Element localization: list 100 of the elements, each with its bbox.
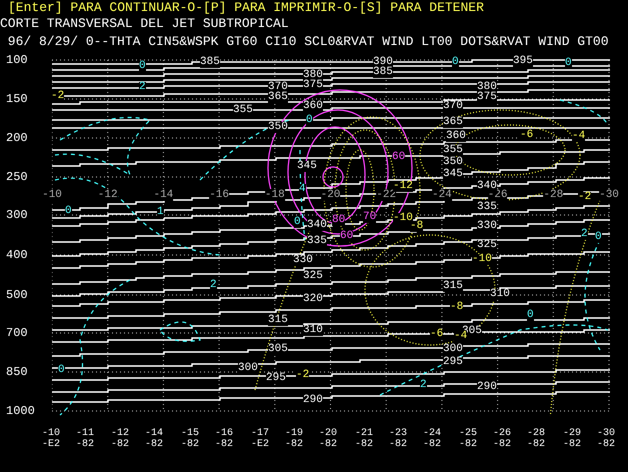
contour-label: 0 [527,310,534,321]
contour-label: 310 [303,325,323,336]
contour-label: 365 [268,92,288,103]
contour-label: 385 [200,57,220,68]
contour-label: -2 [51,91,64,102]
latitude-label: -14 [153,189,174,201]
contour-label: 350 [268,122,288,133]
tick-label: -15 [181,428,199,439]
contour-label: 310 [490,289,510,300]
pressure-label: 700 [6,327,28,339]
tick-label: -29 [563,428,581,439]
contour-label: -10 [472,254,492,265]
tick-label: -82 [355,439,373,450]
tick-label: -82 [319,439,337,450]
latitude-label: -18 [264,189,285,201]
contour-label: 0 [452,57,459,68]
contour-label: 0 [595,232,602,243]
latitude-label: -24 [432,189,452,201]
pressure-label: 100 [6,54,28,66]
contour-label: -4 [572,131,586,142]
contour-label: -8 [410,221,424,232]
contour-label: 365 [443,117,463,128]
tick-label: -82 [597,439,615,450]
contour-label: 360 [303,101,323,112]
pressure-label: 1000 [6,405,35,417]
latitude-label: -28 [543,189,564,201]
chart-subtitle: 96/ 8/29/ 0--THTA CIN5&WSPK GT60 CI10 SCL0&RVAT WIND LT00 DOTS&RVAT WIND GT00 [6,34,610,50]
contour-label: 330 [477,221,497,232]
tick-label: -14 [145,428,163,439]
tick-label: -16 [215,428,233,439]
contour-label: 315 [443,281,463,292]
tick-label: -11 [76,428,94,439]
tick-label: -82 [215,439,233,450]
tick-label: -82 [285,439,303,450]
prompt-text: [Enter] PARA CONTINUAR-O-[P] PARA IMPRIMIR-O-[S] PARA DETENER [7,0,485,16]
contour-label: 340 [477,181,497,192]
contour-label: 330 [293,255,313,266]
tick-label: -21 [355,428,373,439]
tick-label: -82 [145,439,163,450]
contour-label: 345 [443,169,463,180]
tick-label: -82 [563,439,581,450]
contour-label: -4 [454,331,468,342]
tick-label: -E2 [42,439,60,450]
pressure-label: 500 [6,289,28,301]
tick-label: -28 [527,428,545,439]
contour-label: -6 [520,130,534,141]
contour-label: 305 [268,344,288,355]
pressure-label: 150 [6,93,28,105]
tick-label: -E2 [251,439,269,450]
pressure-label: 300 [6,209,28,221]
tick-label: -26 [493,428,511,439]
contour-label: 385 [373,67,393,78]
tick-label: -82 [423,439,441,450]
contour-label: 80 [332,215,346,226]
contour-label: 335 [307,236,327,247]
contour-label: 360 [446,131,466,142]
latitude-label: -12 [98,189,118,201]
contour-label: 60 [340,231,354,242]
tick-label: -17 [251,428,269,439]
contour-label: 2 [581,229,588,240]
contour-label: -10 [393,213,413,224]
contour-label: 2 [210,280,217,291]
tick-label: -82 [527,439,545,450]
contour-label: 0 [565,58,572,69]
tick-label: -82 [459,439,477,450]
pressure-label: 850 [6,366,28,378]
tick-label: -19 [285,428,303,439]
contour-label: 395 [513,56,533,67]
contour-label: 300 [443,344,463,355]
latitude-label: -30 [599,189,619,201]
tick-label: -30 [597,428,615,439]
contour-label: 340 [307,220,327,231]
contour-label: -12 [393,181,413,192]
tick-label: -82 [493,439,511,450]
tick-label: -12 [111,428,129,439]
tick-label: -24 [423,428,441,439]
contour-label: 4 [299,184,306,195]
tick-label: -25 [459,428,477,439]
chart-title: CORTE TRANSVERSAL DEL JET SUBTROPICAL [0,16,290,32]
contour-label: 0 [294,217,301,228]
contour-label: 0 [306,115,313,126]
tick-label: -20 [319,428,337,439]
tick-label: -82 [76,439,94,450]
contour-label: 300 [238,363,258,374]
tick-label: -82 [181,439,199,450]
contour-label: 1 [157,207,164,218]
contour-label: 345 [297,161,317,172]
tick-label: -82 [111,439,129,450]
pressure-label: 200 [6,132,28,144]
contour-label: 355 [443,145,463,156]
latitude-label: -20 [320,189,340,201]
latitude-label: -16 [209,189,229,201]
tick-label: -82 [389,439,407,450]
contour-label: 370 [443,101,463,112]
contour-label: 70 [363,212,376,223]
tick-label: -23 [389,428,407,439]
contour-label: 295 [266,373,286,384]
contour-label: 0 [65,206,72,217]
contour-label: 380 [303,70,323,81]
contour-label: 390 [373,57,393,68]
